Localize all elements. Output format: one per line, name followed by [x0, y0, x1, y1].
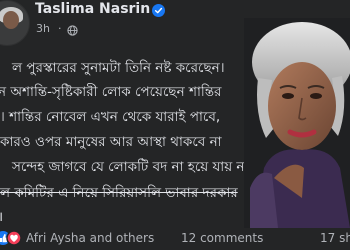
post-text-line: সন্দেহ জাগবে যে লোকটি বদ না হয়ে যায় না…	[12, 159, 250, 175]
post-timestamp[interactable]: 3h	[36, 22, 50, 35]
verified-check-icon	[152, 4, 165, 17]
love-reaction-icon	[6, 230, 22, 246]
author-name[interactable]: Taslima Nasrin	[35, 1, 150, 17]
post-text-line: ল কমিটির এ নিয়ে সিরিয়াসলি ভাবার দরকার	[0, 185, 238, 201]
portrait-image	[244, 18, 350, 228]
globe-icon	[67, 25, 78, 36]
post-text-line: ন অশান্তি-সৃষ্টিকারী লোক পেয়েছেন শান্তি…	[0, 84, 222, 100]
comments-count[interactable]: 12 comments	[181, 231, 263, 245]
post-text-line: । শান্তির নোবেল এখন থেকে যারাই পাবে,	[0, 109, 221, 125]
post-text: ল পুরস্কারের সুনামটা তিনি নষ্ট করেছেন। ন…	[0, 52, 250, 228]
author-photo[interactable]	[244, 18, 350, 228]
time-separator: ·	[58, 22, 62, 35]
reaction-icons[interactable]	[0, 229, 22, 247]
reactor-names[interactable]: Afri Aysha and others	[26, 231, 154, 245]
post-text-line: কারও ওপর মানুষের আর আস্থা থাকবে না	[0, 134, 222, 150]
post-text-line: ।	[0, 207, 3, 227]
post-text-line: ল পুরস্কারের সুনামটা তিনি নষ্ট করেছেন।	[12, 60, 225, 76]
shares-count[interactable]: 17 sh	[320, 231, 350, 245]
